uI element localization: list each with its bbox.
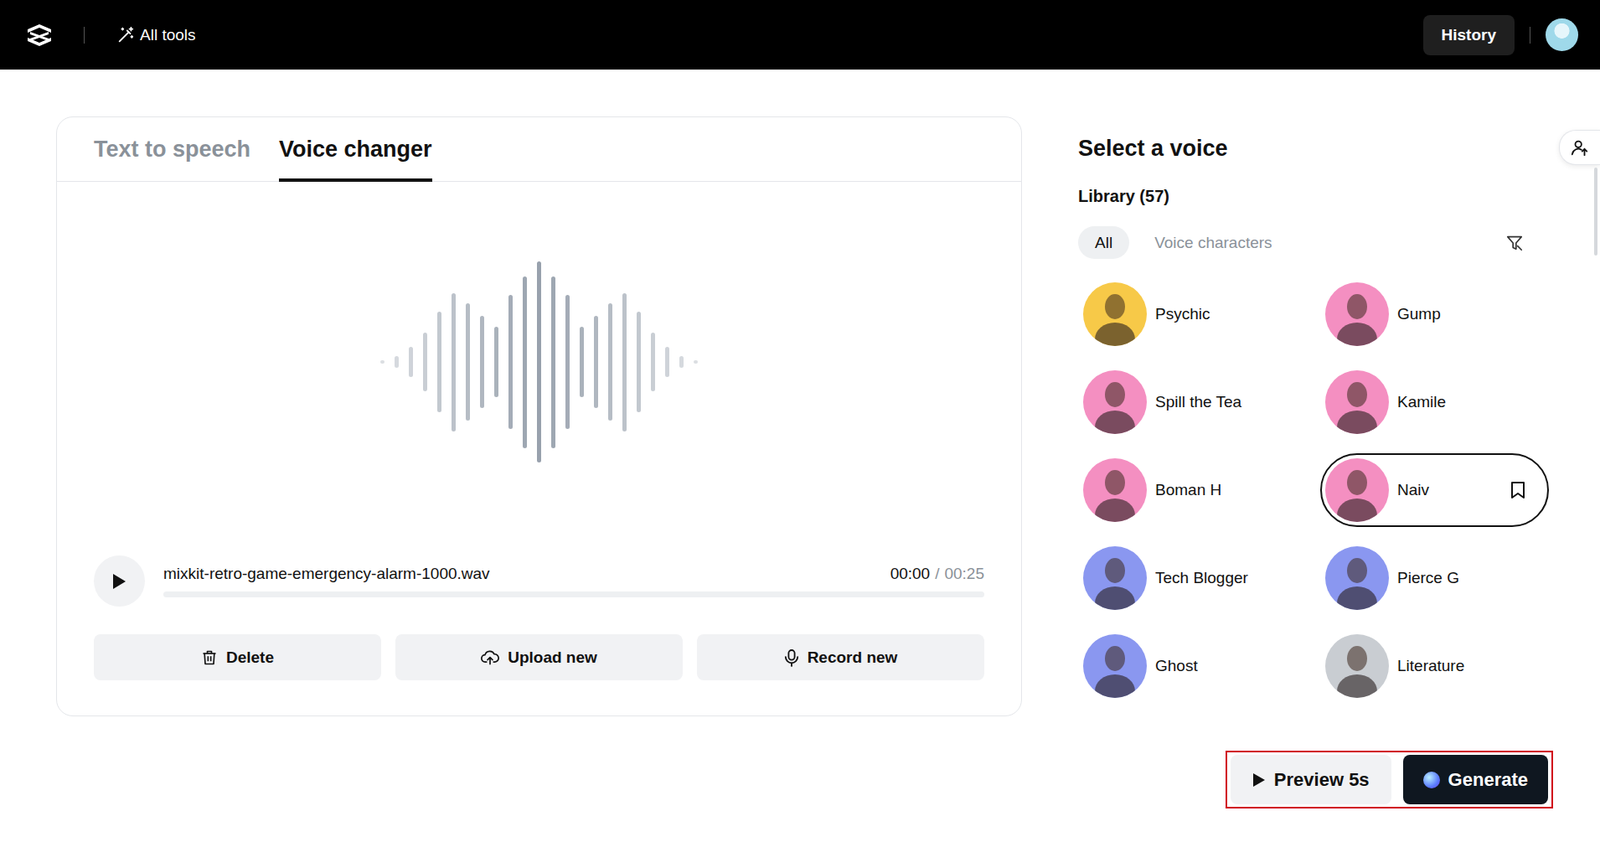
cloud-upload-icon — [480, 649, 500, 666]
time-display: 00:00 / 00:25 — [890, 564, 985, 584]
voice-name: Gump — [1397, 304, 1441, 324]
main: Text to speech Voice changer mixkit-retro… — [0, 69, 1600, 809]
voice-avatar — [1325, 282, 1389, 346]
voice-name: Literature — [1397, 656, 1465, 676]
top-bar: All tools History — [0, 0, 1600, 70]
voice-avatar — [1325, 370, 1389, 434]
current-time: 00:00 — [890, 564, 931, 584]
audio-player: mixkit-retro-game-emergency-alarm-1000.w… — [93, 555, 985, 607]
time-separator: / — [934, 564, 940, 584]
voice-item[interactable]: Literature — [1320, 629, 1549, 703]
footer-actions: Preview 5s Generate — [1225, 750, 1554, 809]
history-button[interactable]: History — [1423, 15, 1515, 56]
voice-avatar — [1325, 546, 1389, 610]
voice-avatar — [1325, 634, 1389, 698]
voice-name: Boman H — [1155, 480, 1222, 500]
play-icon — [111, 572, 127, 590]
editor-body: mixkit-retro-game-emergency-alarm-1000.w… — [56, 181, 1022, 718]
preview-button[interactable]: Preview 5s — [1230, 754, 1392, 805]
play-button[interactable] — [93, 555, 145, 607]
waveform-icon — [380, 261, 698, 463]
voice-name: Tech Blogger — [1155, 568, 1249, 588]
upload-button[interactable]: Upload new — [395, 634, 683, 681]
user-upload-icon — [1570, 138, 1590, 157]
voice-item[interactable]: Tech Blogger — [1078, 541, 1307, 615]
play-icon — [1252, 772, 1266, 788]
voice-item[interactable]: Kamile — [1320, 365, 1549, 439]
divider — [83, 26, 85, 44]
magic-wand-icon — [116, 25, 135, 45]
user-avatar[interactable] — [1545, 18, 1579, 52]
voice-item[interactable]: Gump — [1320, 277, 1549, 351]
microphone-icon — [784, 648, 800, 667]
bookmark-icon[interactable] — [1510, 480, 1526, 500]
logo-icon[interactable] — [25, 22, 54, 48]
divider — [1529, 26, 1531, 44]
all-tools-link[interactable]: All tools — [116, 25, 197, 45]
action-buttons: Delete Upload new Record new — [93, 634, 985, 681]
voice-avatar — [1083, 370, 1147, 434]
voice-list: Psychic Gump Spill the Tea Kamile Boman … — [1078, 277, 1549, 703]
button-label: Delete — [226, 648, 274, 667]
waveform-area — [93, 181, 985, 542]
button-label: Record new — [807, 648, 899, 667]
voice-name: Ghost — [1155, 656, 1198, 676]
voice-item[interactable]: Pierce G — [1320, 541, 1549, 615]
scrollbar[interactable] — [1594, 167, 1598, 256]
voice-avatar — [1083, 282, 1147, 346]
button-label: Generate — [1448, 769, 1528, 791]
player-row: mixkit-retro-game-emergency-alarm-1000.w… — [163, 564, 985, 584]
voice-name: Spill the Tea — [1155, 392, 1242, 412]
button-label: Preview 5s — [1274, 769, 1370, 791]
tab[interactable]: Text to speech — [93, 117, 251, 182]
library-label: Library (57) — [1078, 186, 1549, 207]
tab[interactable]: Voice changer — [278, 117, 433, 182]
voice-name: Naiv — [1397, 480, 1430, 500]
tab-bar: Text to speech Voice changer — [56, 117, 1022, 182]
voice-avatar — [1083, 546, 1147, 610]
filter-chip[interactable]: All — [1078, 226, 1130, 259]
page: All tools History Text to speech Voice ch… — [0, 0, 1600, 842]
upload-voice-button[interactable] — [1558, 129, 1600, 166]
voice-avatar — [1083, 634, 1147, 698]
progress-track[interactable] — [163, 591, 985, 598]
record-button[interactable]: Record new — [696, 634, 985, 681]
editor-card: Text to speech Voice changer mixkit-retro… — [56, 116, 1022, 717]
filter-bar: AllVoice characters — [1078, 226, 1549, 259]
generate-button[interactable]: Generate — [1403, 754, 1549, 805]
top-bar-right: History — [1423, 15, 1579, 56]
voice-name: Pierce G — [1397, 568, 1460, 588]
voice-panel: Select a voice Library (57) AllVoice cha… — [1078, 116, 1549, 809]
voice-item[interactable]: Spill the Tea — [1078, 365, 1307, 439]
button-label: Upload new — [507, 648, 598, 667]
filter-icon[interactable] — [1505, 233, 1524, 253]
filter-chip[interactable]: Voice characters — [1137, 226, 1289, 259]
voice-item[interactable]: Naiv — [1320, 453, 1549, 527]
file-name: mixkit-retro-game-emergency-alarm-1000.w… — [163, 564, 491, 584]
delete-button[interactable]: Delete — [93, 634, 382, 681]
panel-title: Select a voice — [1078, 134, 1549, 162]
voice-avatar — [1083, 458, 1147, 522]
voice-item[interactable]: Psychic — [1078, 277, 1307, 351]
orb-icon — [1423, 771, 1440, 789]
voice-item[interactable]: Ghost — [1078, 629, 1307, 703]
all-tools-label: All tools — [139, 25, 197, 45]
voice-name: Kamile — [1397, 392, 1446, 412]
voice-item[interactable]: Boman H — [1078, 453, 1307, 527]
voice-avatar — [1325, 458, 1389, 522]
trash-icon — [201, 649, 218, 666]
voice-name: Psychic — [1155, 304, 1210, 324]
player-info: mixkit-retro-game-emergency-alarm-1000.w… — [163, 564, 985, 598]
duration: 00:25 — [944, 564, 985, 584]
